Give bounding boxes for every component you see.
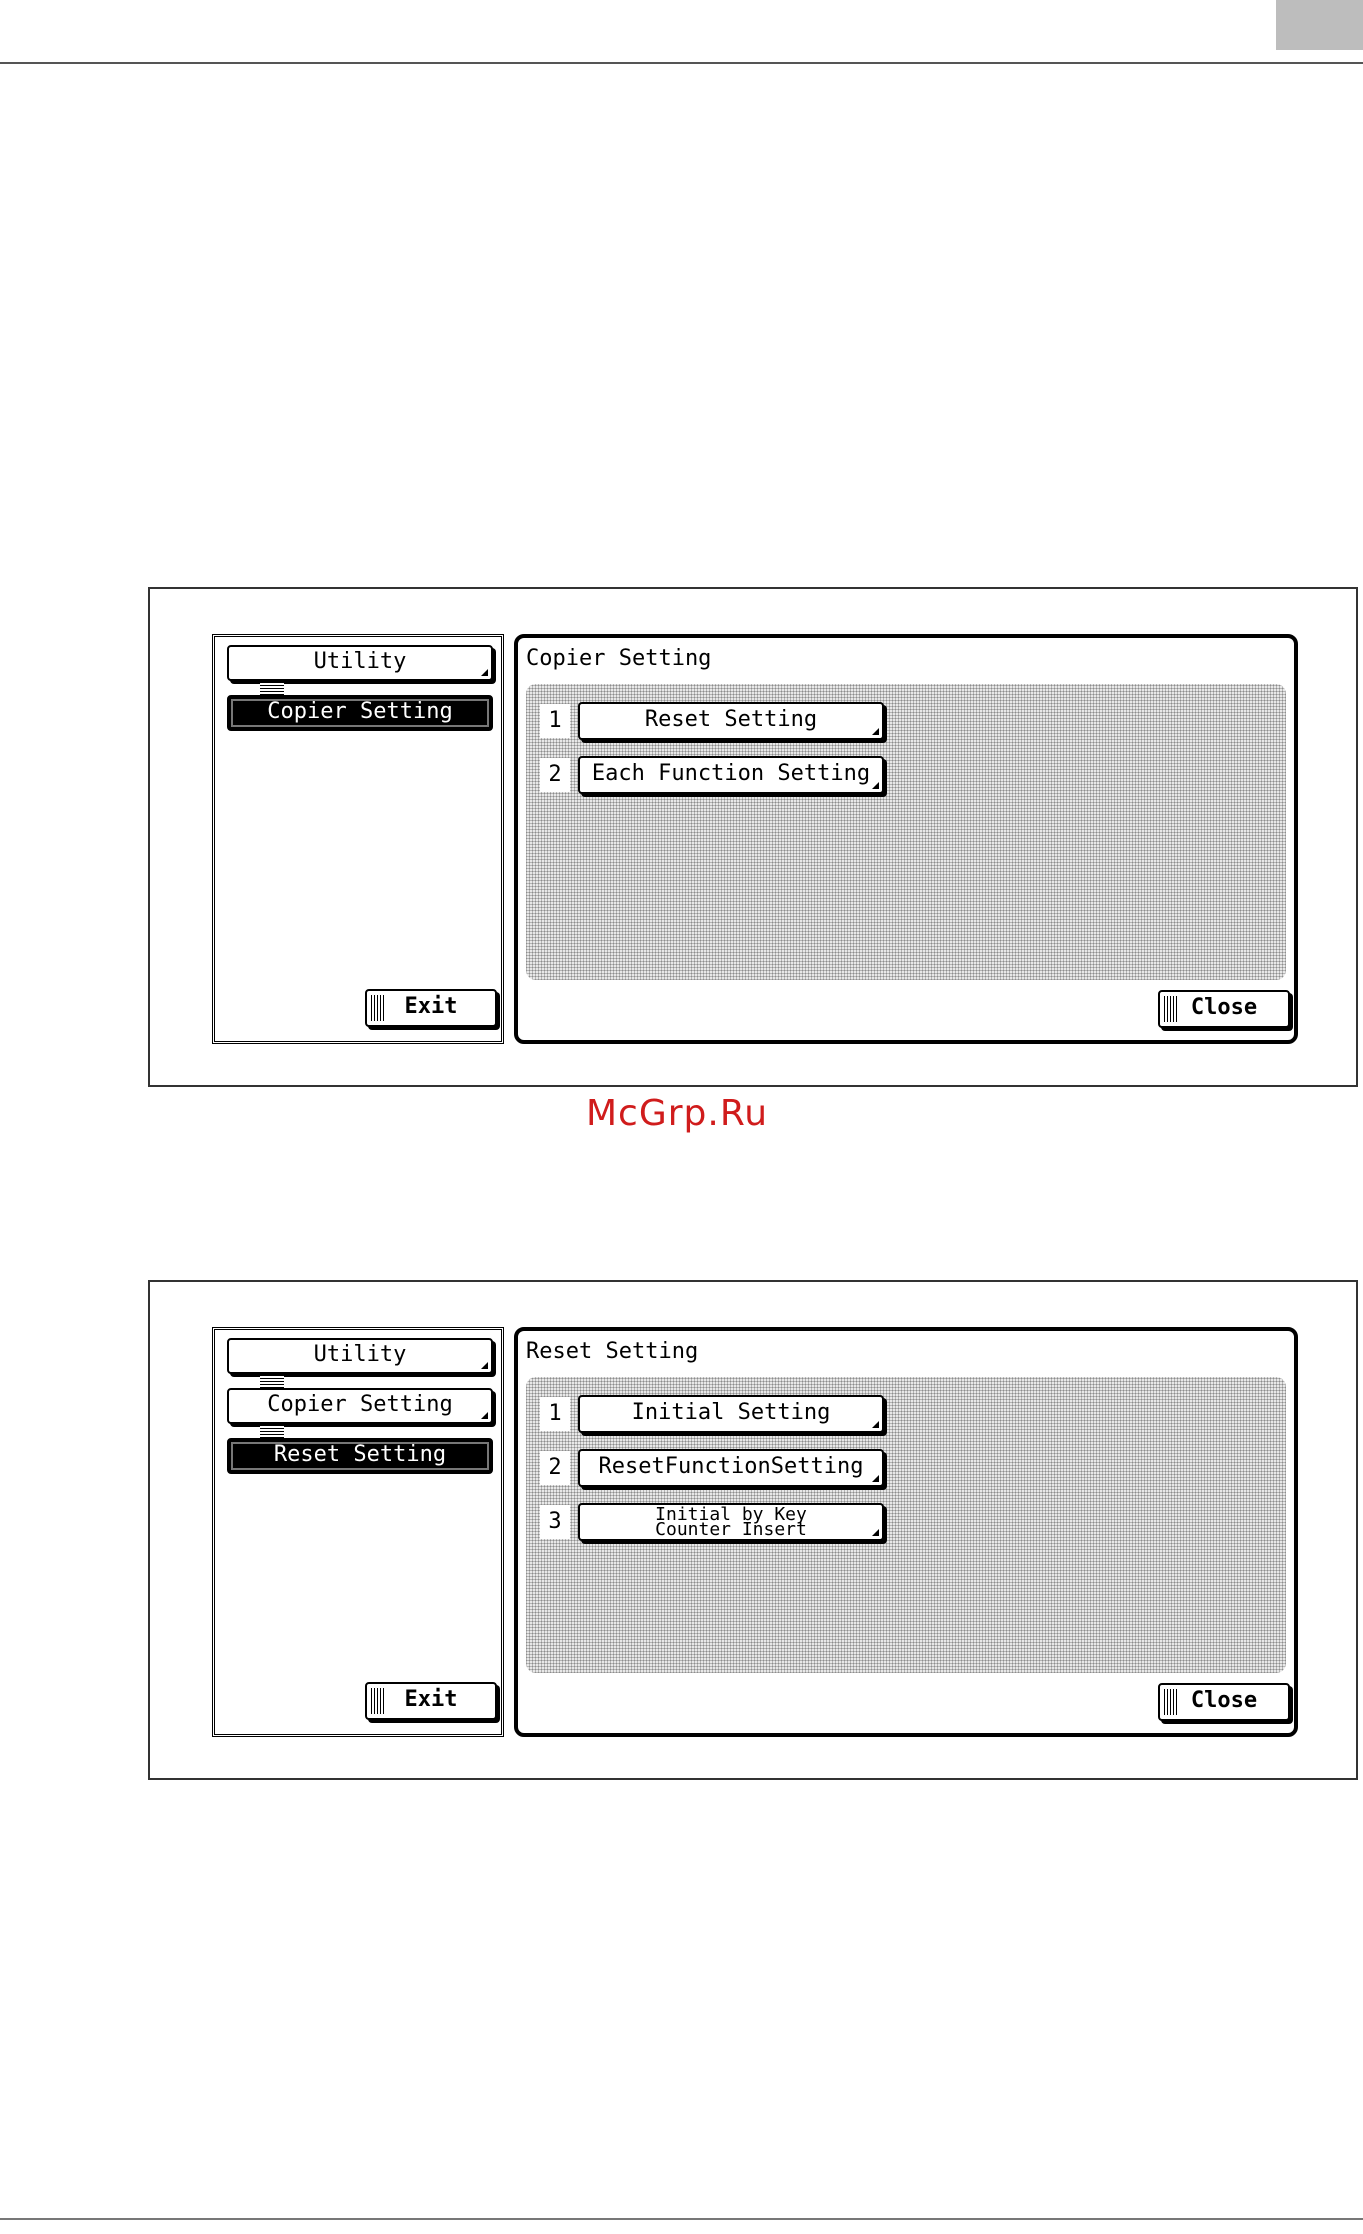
initial-by-key-counter-insert-button[interactable]: Initial by Key Counter Insert — [578, 1503, 884, 1541]
panel-screen: Utility Copier Setting Exit Copier Setti… — [212, 634, 1298, 1044]
figure-reset-setting: Utility Copier Setting Reset Setting Exi… — [148, 1280, 1358, 1780]
close-button[interactable]: Close — [1158, 990, 1290, 1028]
close-label: Close — [1190, 1688, 1258, 1713]
corner-arrow-icon — [872, 728, 879, 735]
screen-title: Copier Setting — [526, 646, 712, 671]
corner-arrow-icon — [872, 782, 879, 789]
reset-setting-button[interactable]: Reset Setting — [578, 702, 884, 740]
content-pane: Reset Setting 1 Initial Setting 2 ResetF… — [514, 1327, 1298, 1737]
nav-utility-label: Utility — [313, 1342, 407, 1367]
nav-connector — [260, 1426, 284, 1438]
reset-function-setting-label: ResetFunctionSetting — [598, 1454, 864, 1479]
each-function-setting-button[interactable]: Each Function Setting — [578, 756, 884, 794]
initial-setting-button[interactable]: Initial Setting — [578, 1395, 884, 1433]
corner-arrow-icon — [872, 1475, 879, 1482]
nav-copier-setting-button[interactable]: Copier Setting — [227, 695, 493, 731]
exit-label: Exit — [404, 994, 458, 1019]
menu-item-number: 1 — [540, 1397, 570, 1431]
menu-item-number: 1 — [540, 704, 570, 738]
panel-screen: Utility Copier Setting Reset Setting Exi… — [212, 1327, 1298, 1737]
nav-connector — [260, 683, 284, 695]
nav-reset-setting-label: Reset Setting — [273, 1442, 447, 1467]
close-label: Close — [1190, 995, 1258, 1020]
exit-button[interactable]: Exit — [365, 1682, 497, 1720]
navigation-pane: Utility Copier Setting Exit — [212, 634, 504, 1044]
nav-copier-setting-label: Copier Setting — [267, 1392, 453, 1417]
nav-connector — [260, 1376, 284, 1388]
nav-reset-setting-button[interactable]: Reset Setting — [227, 1438, 493, 1474]
nav-utility-button[interactable]: Utility — [227, 1338, 493, 1374]
menu-item-area: 1 Initial Setting 2 ResetFunctionSetting… — [526, 1377, 1286, 1673]
exit-label: Exit — [404, 1687, 458, 1712]
figure-copier-setting: Utility Copier Setting Exit Copier Setti… — [148, 587, 1358, 1087]
exit-button[interactable]: Exit — [365, 989, 497, 1027]
counter-insert-label: Counter Insert — [655, 1519, 807, 1540]
nav-copier-setting-label: Copier Setting — [267, 699, 453, 724]
initial-setting-label: Initial Setting — [631, 1400, 831, 1425]
footer-rule — [0, 2218, 1363, 2220]
corner-arrow-icon — [481, 1362, 488, 1369]
page-corner-tab — [1276, 0, 1363, 50]
watermark: McGrp.Ru — [586, 1093, 769, 1134]
close-button[interactable]: Close — [1158, 1683, 1290, 1721]
navigation-pane: Utility Copier Setting Reset Setting Exi… — [212, 1327, 504, 1737]
menu-item-number: 2 — [540, 1451, 570, 1485]
nav-utility-button[interactable]: Utility — [227, 645, 493, 681]
corner-arrow-icon — [872, 1529, 879, 1536]
each-function-setting-label: Each Function Setting — [591, 761, 871, 786]
content-pane: Copier Setting 1 Reset Setting 2 Each Fu… — [514, 634, 1298, 1044]
reset-function-setting-button[interactable]: ResetFunctionSetting — [578, 1449, 884, 1487]
corner-arrow-icon — [481, 1412, 488, 1419]
reset-setting-label: Reset Setting — [644, 707, 818, 732]
corner-arrow-icon — [872, 1421, 879, 1428]
nav-copier-setting-button[interactable]: Copier Setting — [227, 1388, 493, 1424]
nav-utility-label: Utility — [313, 649, 407, 674]
menu-item-number: 2 — [540, 758, 570, 792]
menu-item-area: 1 Reset Setting 2 Each Function Setting — [526, 684, 1286, 980]
menu-item-number: 3 — [540, 1505, 570, 1539]
corner-arrow-icon — [481, 669, 488, 676]
header-rule — [0, 62, 1363, 64]
screen-title: Reset Setting — [526, 1339, 699, 1364]
